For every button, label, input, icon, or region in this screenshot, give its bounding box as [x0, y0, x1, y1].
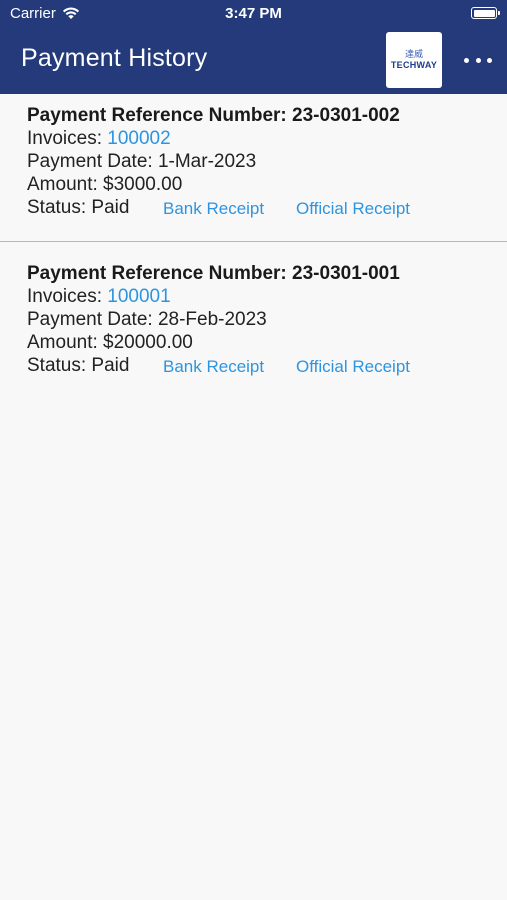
payment-reference: Payment Reference Number: 23-0301-002	[27, 105, 400, 126]
logo-chinese-text: 達威	[404, 49, 423, 59]
bank-receipt-link[interactable]: Bank Receipt	[163, 357, 264, 377]
payment-status: Status: Paid	[27, 355, 130, 376]
invoice-link[interactable]: 100002	[107, 128, 170, 149]
official-receipt-link[interactable]: Official Receipt	[296, 199, 410, 219]
payment-date: Payment Date: 1-Mar-2023	[27, 151, 257, 172]
invoices-line: Invoices: 100002	[27, 128, 171, 150]
logo-text: TECHWAY	[390, 60, 438, 70]
invoice-link[interactable]: 100001	[107, 286, 170, 307]
invoices-line: Invoices: 100001	[27, 286, 171, 308]
payment-list: Payment Reference Number: 23-0301-002 In…	[0, 94, 507, 402]
status-bar: Carrier 3:47 PM	[0, 0, 507, 28]
payment-reference: Payment Reference Number: 23-0301-001	[27, 263, 400, 284]
official-receipt-link[interactable]: Official Receipt	[296, 357, 410, 377]
payment-amount: Amount: $20000.00	[27, 332, 193, 353]
invoices-label: Invoices:	[27, 286, 108, 307]
payment-amount: Amount: $3000.00	[27, 174, 183, 195]
payment-record: Payment Reference Number: 23-0301-002 In…	[0, 94, 507, 242]
payment-record: Payment Reference Number: 23-0301-001 In…	[0, 242, 507, 402]
payment-date: Payment Date: 28-Feb-2023	[27, 309, 267, 330]
clock: 3:47 PM	[225, 5, 282, 22]
nav-bar: Carrier 3:47 PM Payment History 達威 TECHW…	[0, 0, 507, 94]
invoices-label: Invoices:	[27, 128, 108, 149]
company-logo[interactable]: 達威 TECHWAY	[386, 32, 442, 88]
more-options-icon[interactable]	[464, 54, 492, 66]
battery-icon	[471, 7, 500, 19]
bank-receipt-link[interactable]: Bank Receipt	[163, 199, 264, 219]
page-title: Payment History	[21, 44, 208, 72]
payment-status: Status: Paid	[27, 197, 130, 218]
